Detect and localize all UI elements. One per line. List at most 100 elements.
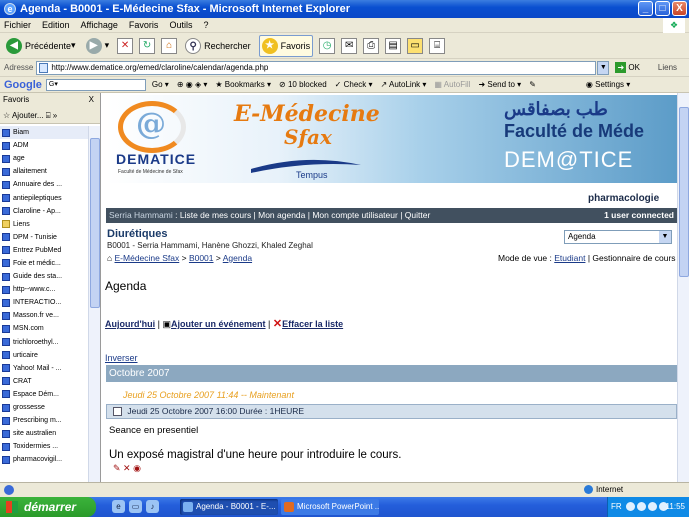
autofill-button[interactable]: ▦ AutoFill	[434, 80, 470, 89]
go-button[interactable]: ➜ OK	[615, 62, 640, 73]
favorite-item[interactable]: Claroline - Ap...	[0, 205, 88, 218]
taskbar-ie[interactable]: Agenda - B0001 - E-...	[180, 499, 278, 515]
sendto-button[interactable]: ➜ Send to ▾	[478, 80, 521, 89]
favorite-item[interactable]: antiepileptiques	[0, 191, 88, 204]
favorite-item[interactable]: Prescribing m...	[0, 414, 88, 427]
favorites-close-icon[interactable]: X	[89, 93, 94, 107]
favorite-item[interactable]: urticaire	[0, 349, 88, 362]
favorite-item[interactable]: http--www.c...	[0, 283, 88, 296]
favorite-item[interactable]: Guide des sta...	[0, 270, 88, 283]
ie-launch-icon[interactable]: e	[112, 500, 125, 513]
menu-help[interactable]: ?	[203, 20, 208, 30]
favorite-item[interactable]: grossesse	[0, 401, 88, 414]
language-indicator[interactable]: FR	[611, 497, 622, 517]
tool-select[interactable]: Agenda ▼	[564, 230, 672, 244]
favorite-label: DPM - Tunisie	[13, 233, 57, 241]
tray-icons[interactable]	[626, 502, 668, 511]
favorite-item[interactable]: Foie et médic...	[0, 257, 88, 270]
favorite-label: urticaire	[13, 351, 38, 359]
popup-blocker-button[interactable]: ⊘ 10 blocked	[279, 80, 327, 89]
breadcrumb-home[interactable]: E-Médecine Sfax	[115, 253, 180, 263]
notes-icon[interactable]: ▭	[407, 37, 424, 54]
favorites-scroll-thumb[interactable]	[90, 138, 100, 308]
print-icon[interactable]: ⎙	[363, 37, 380, 54]
bookmarks-button[interactable]: ★ Bookmarks ▾	[215, 80, 271, 89]
view-mode-student[interactable]: Etudiant	[554, 253, 585, 263]
favorite-item[interactable]: Liens	[0, 218, 88, 231]
favorite-item[interactable]: pharmacovigil...	[0, 453, 88, 466]
spellcheck-button[interactable]: ✓ Check ▾	[335, 80, 373, 89]
favorite-item[interactable]: Biam	[0, 126, 88, 140]
favorite-item[interactable]: Masson.fr ve...	[0, 309, 88, 322]
search-button[interactable]: ⚲ Rechercher	[183, 35, 253, 57]
user-nav-links[interactable]: Liste de mes cours | Mon agenda | Mon co…	[180, 210, 430, 220]
invert-link[interactable]: Inverser	[105, 353, 138, 363]
back-button[interactable]: ◀ Précédente ▾	[4, 35, 78, 57]
favorite-item[interactable]: site australien	[0, 427, 88, 440]
favorite-item[interactable]: trichloroethyl...	[0, 336, 88, 349]
favorite-item[interactable]: ADM	[0, 139, 88, 152]
favorites-scrollbar[interactable]	[88, 126, 100, 482]
media-icon[interactable]: ♪	[146, 500, 159, 513]
stop-icon[interactable]: ✕	[117, 37, 134, 54]
menu-edition[interactable]: Edition	[42, 20, 70, 30]
address-dropdown-icon[interactable]: ▼	[597, 60, 610, 75]
autolink-button[interactable]: ↗ AutoLink ▾	[381, 80, 427, 89]
clock[interactable]: 11:55	[666, 497, 685, 517]
google-go-button[interactable]: Go ▾	[152, 80, 169, 89]
home-icon[interactable]: ⌂	[161, 37, 178, 54]
event-edit-icons[interactable]: ✎ ✕ ◉	[113, 463, 141, 474]
mail-icon[interactable]: ✉	[341, 37, 358, 54]
maximize-button[interactable]: □	[655, 1, 670, 16]
favorite-item[interactable]: INTERACTIO...	[0, 296, 88, 309]
favorite-item[interactable]: Entrez PubMed	[0, 244, 88, 257]
refresh-icon[interactable]: ↻	[139, 37, 156, 54]
organize-icon[interactable]: ⌸ »	[46, 111, 57, 120]
favorite-item[interactable]: Espace Dém...	[0, 388, 88, 401]
course-description: B0001 - Serria Hammami, Hanène Ghozzi, K…	[107, 241, 313, 250]
menu-fichier[interactable]: Fichier	[4, 20, 31, 30]
breadcrumb-course[interactable]: B0001	[189, 253, 214, 263]
favorite-label: Foie et médic...	[13, 259, 61, 267]
favorite-item[interactable]: DPM - Tunisie	[0, 231, 88, 244]
page-icon	[2, 154, 10, 163]
favorite-item[interactable]: CRAT	[0, 375, 88, 388]
close-button[interactable]: X	[672, 1, 687, 16]
links-button[interactable]: Liens	[658, 63, 677, 72]
menu-outils[interactable]: Outils	[169, 20, 192, 30]
settings-button[interactable]: ◉ Settings ▾	[586, 80, 630, 89]
taskbar-powerpoint[interactable]: Microsoft PowerPoint ...	[281, 499, 379, 515]
menu-affichage[interactable]: Affichage	[81, 20, 118, 30]
history-icon[interactable]: ◷	[319, 37, 336, 54]
favorite-item[interactable]: allaitement	[0, 165, 88, 178]
page-icon	[2, 285, 10, 294]
favorites-button[interactable]: ★ Favoris	[258, 34, 314, 57]
quick-launch: e ▭ ♪	[112, 500, 159, 513]
start-label: démarrer	[24, 500, 77, 514]
clear-list-link[interactable]: Effacer la liste	[282, 319, 343, 329]
add-favorite-button[interactable]: ☆ Ajouter...	[3, 111, 44, 120]
research-icon[interactable]: ⌸	[429, 37, 446, 54]
page-scroll-thumb[interactable]	[679, 107, 689, 277]
minimize-button[interactable]: _	[638, 1, 653, 16]
toolbar-icons[interactable]: ⊕ ◉ ◈ ▾	[177, 80, 208, 89]
edit-icon[interactable]: ▤	[385, 37, 402, 54]
page-scrollbar[interactable]	[677, 93, 689, 482]
address-input[interactable]: http://www.dematice.org/emed/claroline/c…	[36, 60, 597, 75]
start-button[interactable]: démarrer	[0, 497, 96, 517]
forward-button[interactable]: ▶ ▾	[84, 35, 112, 57]
favorite-item[interactable]: age	[0, 152, 88, 165]
page-icon	[2, 259, 10, 268]
today-link[interactable]: Aujourd'hui	[105, 319, 155, 329]
favorite-item[interactable]: Yahoo! Mail - ...	[0, 362, 88, 375]
favorite-item[interactable]: Annuaire des ...	[0, 178, 88, 191]
add-event-link[interactable]: Ajouter un événement	[171, 319, 266, 329]
desktop-icon[interactable]: ▭	[129, 500, 142, 513]
menu-favoris[interactable]: Favoris	[129, 20, 159, 30]
breadcrumb-current[interactable]: Agenda	[223, 253, 252, 263]
google-search-input[interactable]: G▾	[45, 78, 146, 91]
favorite-label: Espace Dém...	[13, 390, 59, 398]
pen-icon[interactable]: ✎	[529, 80, 536, 89]
favorite-item[interactable]: MSN.com	[0, 322, 88, 335]
favorite-item[interactable]: Toxidermies ...	[0, 440, 88, 453]
